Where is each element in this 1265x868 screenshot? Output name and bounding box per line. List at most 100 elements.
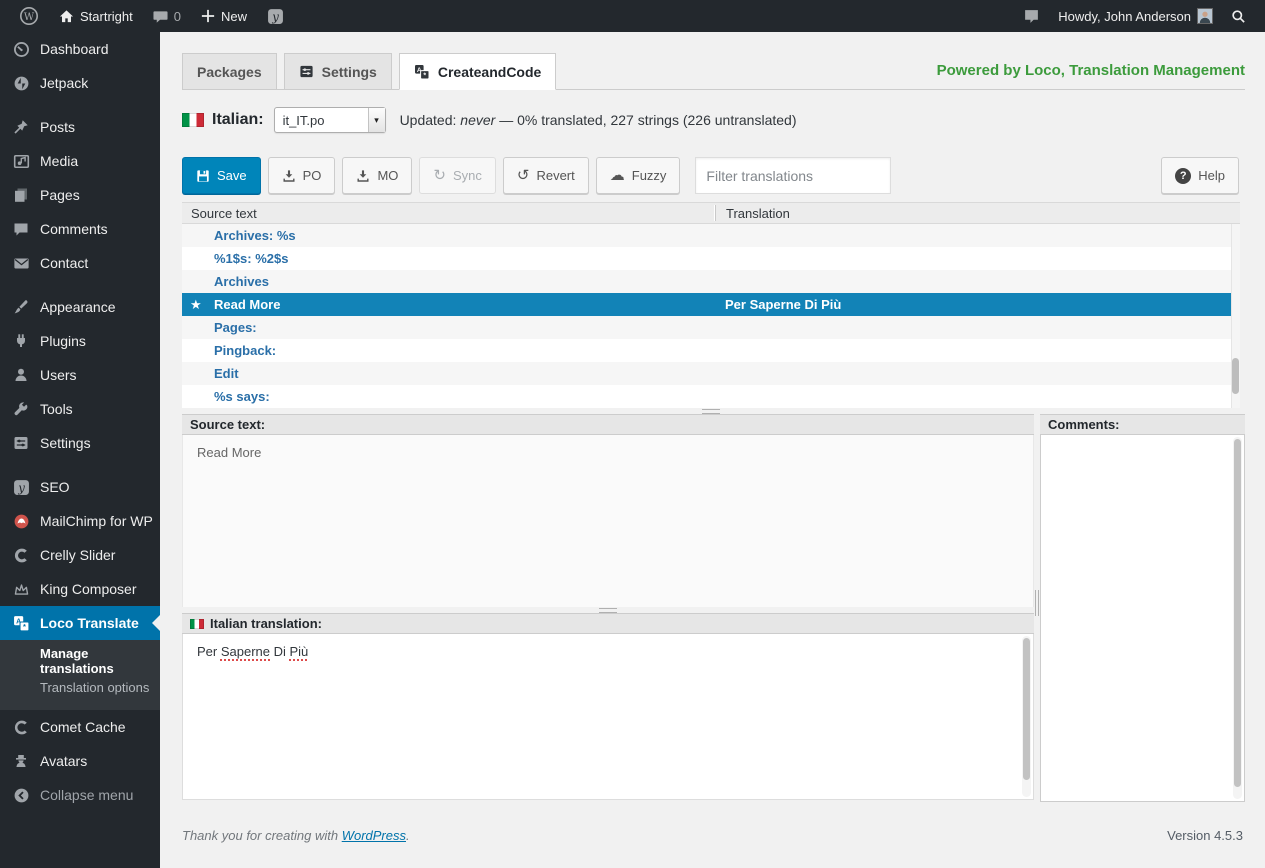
submenu-item-translation-options[interactable]: Translation options — [0, 674, 160, 701]
jetpack-icon — [11, 75, 31, 92]
sidebar-item-comet-cache[interactable]: Comet Cache — [0, 710, 160, 744]
translation-column-header[interactable]: Translation — [715, 205, 790, 221]
po-file-select[interactable]: it_IT.po ▾ — [273, 107, 386, 133]
version-text: Version 4.5.3 — [1167, 828, 1243, 843]
italian-flag-icon — [190, 618, 204, 629]
sync-button[interactable]: ↻ Sync — [419, 157, 496, 194]
download-icon — [282, 169, 296, 183]
powered-by-loco-link[interactable]: Powered by Loco, Translation Management — [937, 62, 1245, 79]
sidebar-item-label: Avatars — [40, 753, 88, 769]
new-content-menu[interactable]: New — [192, 0, 256, 32]
account-menu[interactable]: Howdy, John Anderson — [1049, 0, 1222, 32]
submenu-item-manage-translations[interactable]: Manage translations — [0, 645, 160, 676]
string-row[interactable]: Archives — [182, 270, 1240, 293]
button-label: Help — [1198, 168, 1225, 183]
column-resize-handle[interactable] — [1035, 590, 1039, 616]
tab-label: CreateandCode — [437, 63, 542, 80]
source-cell: %s says: — [214, 389, 270, 404]
list-scrollbar-thumb[interactable] — [1232, 358, 1239, 394]
collapse-arrow-icon — [11, 787, 31, 804]
translation-editor[interactable]: Per Saperne Di Più — [182, 634, 1034, 800]
comments-scrollbar-thumb[interactable] — [1234, 439, 1241, 787]
help-button[interactable]: ? Help — [1161, 157, 1239, 194]
sidebar-item-dashboard[interactable]: Dashboard — [0, 32, 160, 66]
comments-bubble-menu[interactable]: 0 — [144, 0, 190, 32]
comments-editor[interactable] — [1040, 435, 1245, 802]
wrench-icon — [11, 401, 31, 417]
po-download-button[interactable]: PO — [267, 157, 336, 194]
sidebar-item-king-composer[interactable]: King Composer — [0, 572, 160, 606]
sidebar-item-loco-translate[interactable]: A * Loco Translate — [0, 606, 160, 640]
italian-flag-icon — [182, 113, 204, 127]
sidebar-item-appearance[interactable]: Appearance — [0, 290, 160, 324]
sidebar-item-settings[interactable]: Settings — [0, 426, 160, 460]
tab-packages[interactable]: Packages — [182, 53, 277, 90]
sidebar-item-jetpack[interactable]: Jetpack — [0, 66, 160, 100]
collapse-menu-button[interactable]: Collapse menu — [0, 778, 160, 812]
source-cell: Archives: %s — [214, 228, 296, 243]
sidebar-item-label: Settings — [40, 435, 91, 451]
fuzzy-button[interactable]: ☁ Fuzzy — [595, 157, 681, 194]
settings-sliders-icon — [11, 435, 31, 451]
mo-download-button[interactable]: MO — [342, 157, 413, 194]
chat-adminbar-menu[interactable] — [1014, 0, 1049, 32]
translation-scrollbar[interactable] — [1022, 636, 1031, 797]
string-row[interactable]: Edit — [182, 362, 1240, 385]
translation-panel-header: Italian translation: — [182, 613, 1034, 634]
yoast-adminbar-menu[interactable]: y — [258, 0, 293, 32]
revert-button[interactable]: ↺ Revert — [502, 157, 589, 194]
sidebar-item-comments[interactable]: Comments — [0, 212, 160, 246]
tab-bar: Packages Settings A * CreateandCode Power… — [182, 52, 1245, 90]
source-cell: %1$s: %2$s — [214, 251, 289, 266]
string-row[interactable]: Pingback: — [182, 339, 1240, 362]
svg-text:*: * — [423, 72, 426, 79]
resize-grip-handle[interactable] — [702, 408, 720, 414]
updated-value: never — [460, 112, 496, 128]
updated-prefix: Updated: — [399, 112, 457, 128]
string-row[interactable]: Archives: %s — [182, 224, 1240, 247]
sidebar-item-media[interactable]: Media — [0, 144, 160, 178]
sidebar-item-pages[interactable]: Pages — [0, 178, 160, 212]
submenu-item-label: Manage translations — [40, 645, 114, 676]
comments-label: Comments: — [1048, 417, 1120, 432]
search-adminbar[interactable] — [1222, 0, 1255, 32]
sidebar-item-users[interactable]: Users — [0, 358, 160, 392]
button-label: PO — [302, 168, 322, 183]
sidebar-item-posts[interactable]: Posts — [0, 110, 160, 144]
sidebar-item-tools[interactable]: Tools — [0, 392, 160, 426]
sidebar-item-plugins[interactable]: Plugins — [0, 324, 160, 358]
sidebar-item-label: Comet Cache — [40, 719, 126, 735]
plus-icon — [201, 9, 215, 23]
string-row[interactable]: Pages: — [182, 316, 1240, 339]
save-button[interactable]: Save — [182, 157, 261, 194]
sidebar-item-crelly-slider[interactable]: Crelly Slider — [0, 538, 160, 572]
sidebar-item-avatars[interactable]: Avatars — [0, 744, 160, 778]
button-label: Sync — [452, 168, 482, 183]
string-row[interactable]: %1$s: %2$s — [182, 247, 1240, 270]
chevron-down-icon: ▾ — [367, 108, 385, 132]
revert-icon: ↺ — [516, 167, 530, 184]
sidebar-item-seo[interactable]: y SEO — [0, 470, 160, 504]
wordpress-footer-link[interactable]: WordPress — [342, 828, 406, 843]
site-menu[interactable]: Startright — [50, 0, 142, 32]
admin-sidebar: Dashboard Jetpack Posts Media Pages Comm… — [0, 32, 160, 868]
sidebar-item-mailchimp[interactable]: MailChimp for WP — [0, 504, 160, 538]
envelope-icon — [11, 255, 31, 272]
string-row-selected[interactable]: ★ Read More Per Saperne Di Più — [182, 293, 1240, 316]
source-text-viewer[interactable]: Read More — [182, 435, 1034, 607]
list-scrollbar[interactable] — [1231, 224, 1240, 408]
string-row[interactable]: %s says: — [182, 385, 1240, 408]
sidebar-item-label: Jetpack — [40, 75, 89, 91]
source-column-header[interactable]: Source text — [182, 206, 715, 221]
tab-label: Packages — [197, 63, 262, 80]
comments-scrollbar[interactable] — [1233, 437, 1242, 799]
tab-createandcode[interactable]: A * CreateandCode — [398, 53, 557, 90]
filter-translations-input[interactable] — [695, 157, 892, 194]
button-label: MO — [377, 168, 399, 183]
button-label: Revert — [536, 168, 575, 183]
wordpress-logo-menu[interactable]: W — [10, 0, 48, 32]
translation-scrollbar-thumb[interactable] — [1023, 638, 1030, 780]
sidebar-item-contact[interactable]: Contact — [0, 246, 160, 280]
tab-settings[interactable]: Settings — [283, 53, 392, 90]
resize-grip-handle[interactable] — [599, 607, 617, 613]
